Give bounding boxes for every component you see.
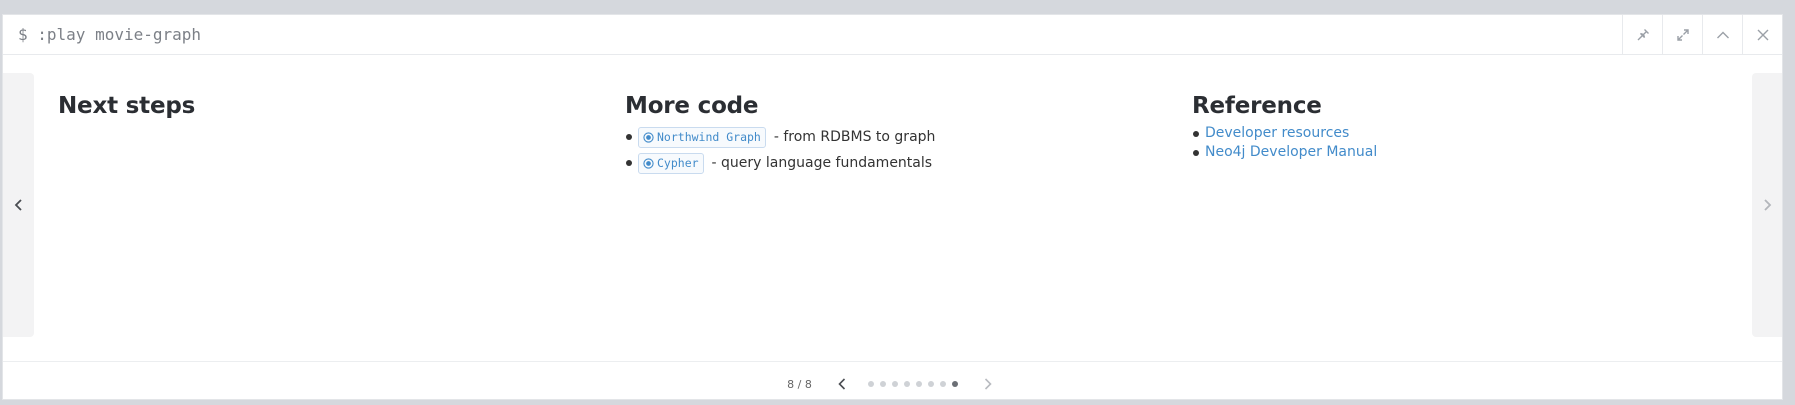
command-text[interactable]: $ :play movie-graph <box>3 25 1622 44</box>
expand-icon <box>1676 28 1689 41</box>
reference-list: Developer resources Neo4j Developer Manu… <box>1192 124 1712 162</box>
northwind-play-button[interactable]: Northwind Graph <box>638 126 766 148</box>
carousel-next-button[interactable] <box>1752 73 1782 337</box>
carousel-prev-button[interactable] <box>3 73 34 337</box>
reference-column: Reference Developer resources Neo4j Deve… <box>1192 93 1712 162</box>
chevron-right-icon <box>984 378 992 390</box>
carousel-slide: Next steps More code Northwind Graph - f… <box>3 73 1782 337</box>
footer-divider <box>3 361 1782 362</box>
more-code-heading: More code <box>625 93 759 119</box>
play-circle-icon <box>643 131 654 143</box>
chevron-left-icon <box>14 199 22 211</box>
chip-label: Cypher <box>657 156 699 170</box>
pager-dot[interactable] <box>927 381 934 387</box>
next-steps-heading: Next steps <box>58 93 196 119</box>
pager-dot[interactable] <box>903 381 910 387</box>
pager-dot[interactable] <box>867 381 874 387</box>
chevron-left-icon <box>838 378 845 390</box>
carousel-pager: 8 / 8 <box>3 374 1782 394</box>
pin-icon <box>1637 28 1649 40</box>
cypher-play-button[interactable]: Cypher <box>638 152 704 174</box>
chevron-up-icon <box>1716 31 1729 38</box>
frame-actions <box>1622 15 1782 54</box>
expand-button[interactable] <box>1662 15 1702 54</box>
pager-next-button[interactable] <box>978 374 998 394</box>
item-description: - from RDBMS to graph <box>773 129 936 145</box>
item-description: - query language fundamentals <box>711 155 933 171</box>
frame-titlebar: $ :play movie-graph <box>3 15 1782 55</box>
page-count: 8 / 8 <box>787 377 812 391</box>
close-icon <box>1757 29 1768 40</box>
next-steps-column: Next steps <box>58 93 578 124</box>
pager-dot[interactable] <box>879 381 886 387</box>
list-item: Northwind Graph - from RDBMS to graph <box>626 124 1145 150</box>
reference-heading: Reference <box>1192 93 1322 119</box>
pager-dots <box>867 381 964 387</box>
developer-manual-link[interactable]: Neo4j Developer Manual <box>1205 144 1377 160</box>
chevron-right-icon <box>1764 199 1772 211</box>
pager-dot[interactable] <box>951 381 958 387</box>
close-button[interactable] <box>1742 15 1782 54</box>
collapse-button[interactable] <box>1702 15 1742 54</box>
more-code-column: More code Northwind Graph - from RDBMS t… <box>625 93 1145 176</box>
pager-dot[interactable] <box>891 381 898 387</box>
list-item: Neo4j Developer Manual <box>1193 143 1712 162</box>
chip-label: Northwind Graph <box>657 130 761 144</box>
developer-resources-link[interactable]: Developer resources <box>1205 125 1349 141</box>
pin-button[interactable] <box>1622 15 1662 54</box>
frame-panel: $ :play movie-graph Next steps More code… <box>2 14 1783 400</box>
list-item: Cypher - query language fundamentals <box>626 150 1145 176</box>
pager-dot[interactable] <box>939 381 946 387</box>
play-circle-icon <box>643 157 654 169</box>
pager-inner: 8 / 8 <box>787 374 998 394</box>
pager-prev-button[interactable] <box>832 374 852 394</box>
list-item: Developer resources <box>1193 124 1712 143</box>
pager-dot[interactable] <box>915 381 922 387</box>
more-code-list: Northwind Graph - from RDBMS to graph Cy… <box>625 124 1145 176</box>
